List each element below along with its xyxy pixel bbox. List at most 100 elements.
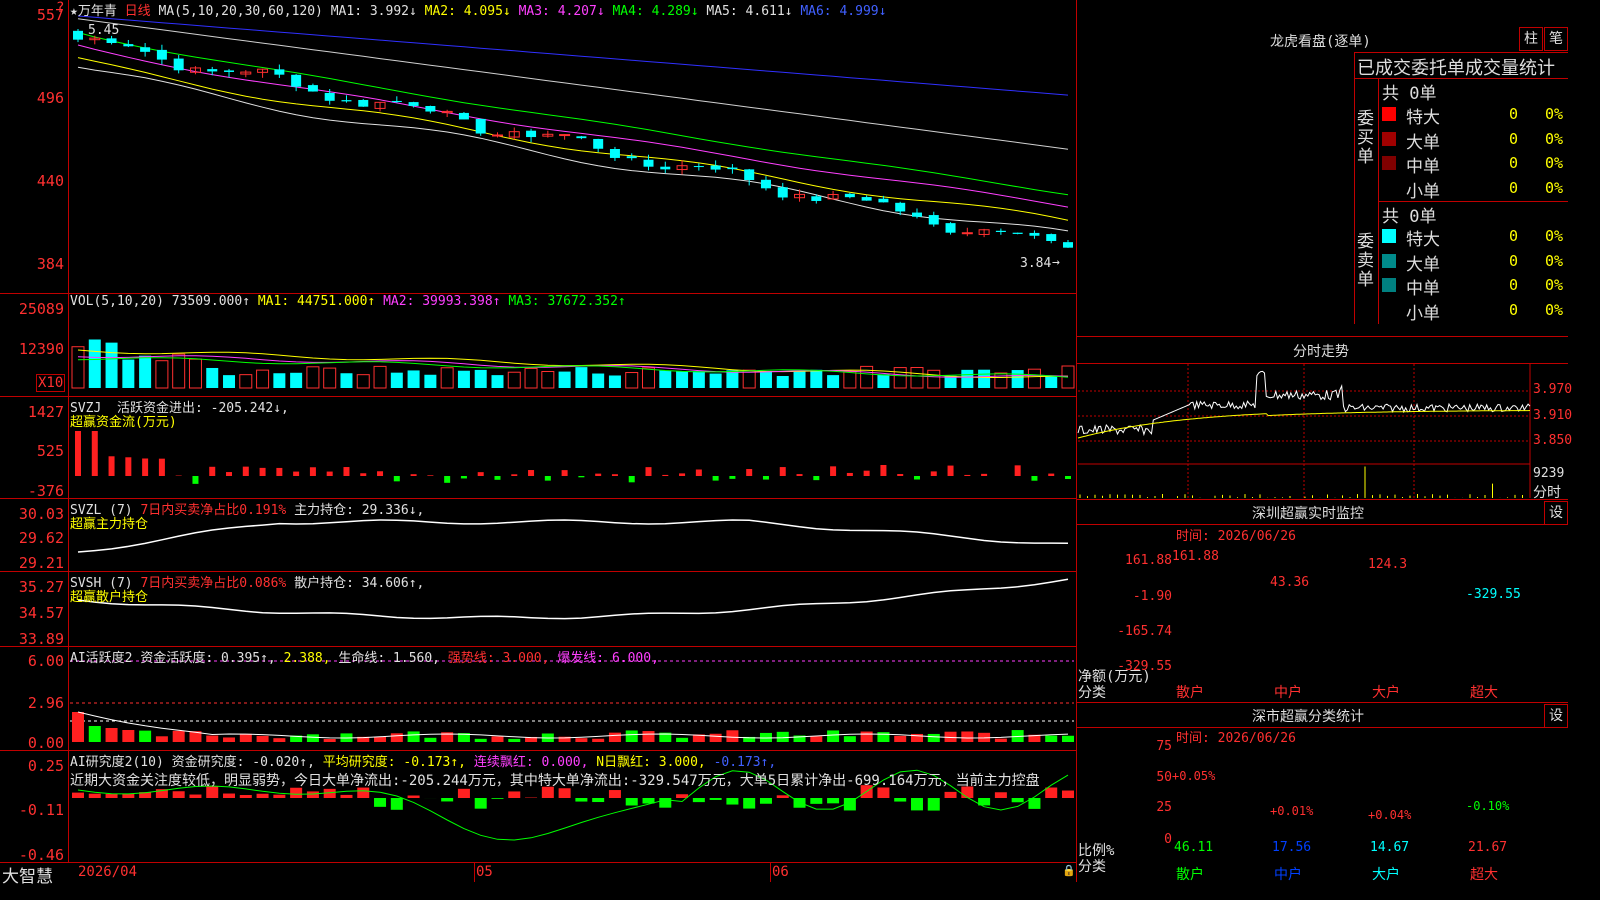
ai-active-bar [1062,735,1074,742]
candle-body [140,47,151,52]
sz-class-pct-2: +0.04% [1368,807,1412,822]
vol-bar [860,365,874,389]
svzj-bar [460,476,467,479]
svzj-bar [410,474,417,476]
svzj-bar [578,476,585,478]
tick-mode-button[interactable]: 笔 [1544,27,1568,51]
svzj-bar [91,431,98,476]
sz-monitor-settings-button[interactable]: 设 [1544,501,1568,525]
period-label[interactable]: 日线 [125,4,151,19]
ma2-value: MA2: 4.095↓ [424,4,511,19]
candle-body [911,212,922,217]
ai-research-bar [105,793,118,798]
vol-bar [223,375,236,388]
vol-bar [524,367,538,389]
svsh-hold: 散户持仓: 34.606↑, [294,576,425,591]
buy-row-val-3: 0 [1509,178,1519,197]
sz-class-axis-0: 75 [1156,739,1172,754]
svzj-bar [846,472,853,476]
sell-order-label: 委卖单 [1357,232,1374,290]
ai-research-bar [441,798,454,802]
vol-bar [776,375,789,388]
candle-body [760,179,771,189]
candle-body [660,166,671,170]
ma5-value: MA5: 4.611↓ [706,4,793,19]
candle-body [425,105,436,112]
ma3-value: MA3: 4.207↓ [518,4,605,19]
ma-params: MA(5,10,20,30,60,120) [158,4,323,19]
vol-ma3: MA3: 37672.352↑ [508,294,626,309]
sz-class-val-1: 17.56 [1272,840,1312,855]
ai-active-bar [894,735,907,742]
candle-body [576,136,587,139]
ai-active-bar [223,737,236,742]
svzj-bar [477,472,484,476]
ai-research-bar [474,798,487,809]
price-axis-2: 496 [36,89,64,107]
candle-body [844,193,855,198]
svzj-bar [779,467,786,476]
candle-body [811,196,822,201]
kline-chart-canvas[interactable] [0,0,1076,862]
svsh-subtitle: 超赢散户持仓 [70,590,149,605]
ai-research-axis-2: -0.11 [18,801,64,819]
ai-active-bar [592,738,605,742]
intraday-axis-2: 3.910 [1533,408,1573,423]
vol-bar [424,374,437,388]
svzj-bar [813,476,820,481]
svzj-bar [964,474,971,476]
sz-class-cat-3: 超大 [1470,867,1498,883]
price-axis-4: 384 [36,255,64,273]
svzj-subtitle: 超赢资金流(万元) [70,415,177,430]
svzl-axis-2: 29.62 [18,529,64,547]
sz-monitor-cat-2: 大户 [1372,685,1400,701]
ai-research-bar [709,798,722,800]
ai-research-bar [810,798,823,804]
svzj-bar [729,476,736,479]
month-05: 05 [476,864,493,880]
candle-body [291,74,302,87]
dragon-title: 龙虎看盘(逐单) [1270,34,1371,50]
ai-research-bar [827,798,840,804]
svzj-bar [880,465,887,476]
vol-bar [88,339,101,388]
ai-research-bar [256,793,269,798]
candle-body [609,149,620,158]
vol-unit-badge[interactable]: X10 [36,374,66,392]
svzj-bar [712,476,719,481]
stock-name[interactable]: 万年青 [78,4,117,19]
bar-mode-button[interactable]: 柱 [1519,27,1543,51]
vol-bar [961,369,974,388]
sz-class-settings-button[interactable]: 设 [1544,704,1568,728]
sz-monitor-val-2: 124.3 [1368,557,1408,573]
vol-bar [827,375,840,388]
sell-row-swatch-1 [1382,253,1396,268]
svzl-axis-1: 30.03 [18,505,64,523]
ai-research-desc: 近期大资金关注度较低，明显弱势，今日大单净流出:-205.244万元，其中特大单… [70,773,1040,789]
ai-active-bar [709,733,722,742]
svzj-bar [276,467,283,476]
sz-monitor-time: 时间: 2026/06/26 [1176,529,1296,544]
lock-icon[interactable]: 🔒 [1062,864,1076,877]
vol-bar [373,365,387,389]
ai-active-header: AI活跃度2 资金活跃度: 0.395↑, 2.388, 生命线: 1.560,… [70,647,659,666]
sz-class-pct-3: -0.10% [1466,799,1510,814]
svzj-bar [377,471,384,476]
candle-body [961,232,973,235]
candle-body [156,49,167,60]
sz-class-val-0: 46.11 [1174,840,1214,855]
ai-active-bar [155,736,168,742]
sell-row-val-3: 0 [1509,300,1519,319]
svzj-bar [192,476,199,484]
dragon-subtitle: 已成交委托单成交量统计 [1357,58,1555,79]
svzj-bar [343,467,350,476]
ai-research-bar [944,791,957,798]
buy-row-swatch-1 [1382,131,1396,146]
sell-row-name-3: 小单 [1406,303,1440,324]
ai-active-bar [608,732,621,742]
vol-axis-2: 12390 [18,340,64,358]
sz-class-cat-0: 散户 [1176,867,1204,883]
svzj-bar [930,471,937,476]
vol-bar [575,367,588,388]
buy-row-pct-2: 0% [1545,154,1564,172]
